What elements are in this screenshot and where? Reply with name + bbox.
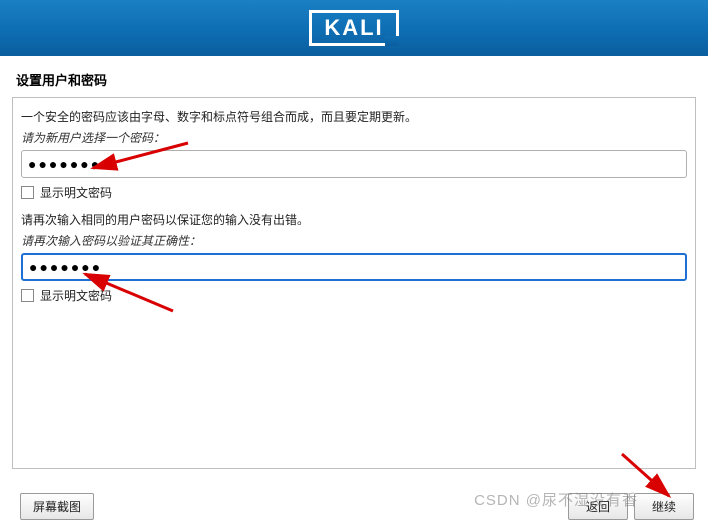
page-title: 设置用户和密码 — [0, 56, 708, 97]
checkbox-icon[interactable] — [21, 289, 34, 302]
checkbox-icon[interactable] — [21, 186, 34, 199]
back-button[interactable]: 返回 — [568, 493, 628, 520]
confirm-hint: 请再次输入相同的用户密码以保证您的输入没有出错。 — [21, 211, 687, 228]
show-plain-row-2[interactable]: 显示明文密码 — [21, 287, 687, 304]
password-hint: 一个安全的密码应该由字母、数字和标点符号组合而成，而且要定期更新。 — [21, 108, 687, 125]
show-plain-label-1: 显示明文密码 — [40, 184, 112, 201]
confirm-label: 请再次输入密码以验证其正确性： — [21, 232, 687, 249]
banner: KALI — [0, 0, 708, 56]
continue-button[interactable]: 继续 — [634, 493, 694, 520]
logo-text: KALI — [324, 15, 383, 40]
main-panel: 一个安全的密码应该由字母、数字和标点符号组合而成，而且要定期更新。 请为新用户选… — [12, 97, 696, 469]
footer: 屏幕截图 返回 继续 — [0, 489, 708, 520]
show-plain-row-1[interactable]: 显示明文密码 — [21, 184, 687, 201]
screenshot-button[interactable]: 屏幕截图 — [20, 493, 94, 520]
nav-buttons: 返回 继续 — [562, 493, 694, 520]
kali-logo: KALI — [309, 10, 398, 46]
show-plain-label-2: 显示明文密码 — [40, 287, 112, 304]
confirm-password-input[interactable] — [21, 253, 687, 281]
password-input[interactable] — [21, 150, 687, 178]
password-label: 请为新用户选择一个密码： — [21, 129, 687, 146]
